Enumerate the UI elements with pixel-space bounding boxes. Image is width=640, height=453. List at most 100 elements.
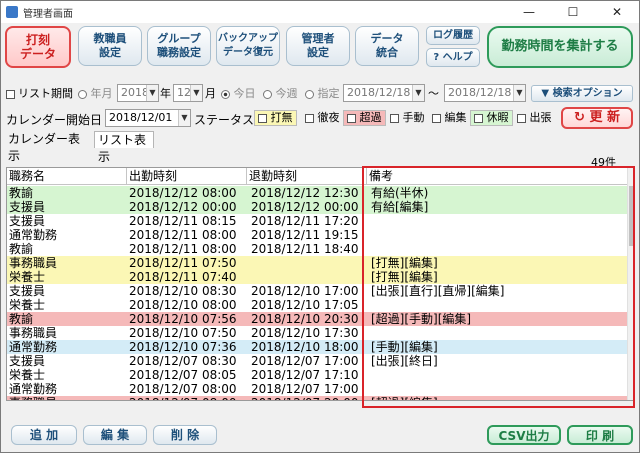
cell-job: 栄養士 (9, 368, 46, 382)
backup-restore-button[interactable]: バックアップ データ復元 (216, 26, 280, 66)
cell-job: 事務職員 (9, 396, 127, 400)
list-period-checkbox[interactable] (6, 87, 15, 101)
admin-window: 管理者画面 — ☐ ✕ 打刻 データ 教職員 設定 グループ 職務設定 バックア… (0, 0, 640, 453)
chevron-down-icon: ▼ (412, 85, 424, 101)
cell-clock-out: 2018/12/07 17:10 (251, 368, 359, 382)
data-merge-label-1: データ (370, 32, 404, 45)
cell-clock-in: 2018/12/11 07:50 (129, 256, 237, 270)
chevron-down-icon: ▼ (178, 110, 190, 126)
calendar-start-label: カレンダー開始日 (6, 113, 103, 127)
this-week-label: 今週 (275, 87, 298, 100)
status-business-trip[interactable]: 出張 (513, 110, 556, 126)
month-select[interactable]: 12 ▼ (173, 84, 203, 102)
cell-clock-out: 2018/12/10 17:05 (251, 298, 359, 312)
header-clock-in[interactable]: 出勤時刻 (127, 168, 247, 185)
cell-clock-in: 2018/12/07 08:05 (129, 368, 237, 382)
cell-clock-out: 2018/12/10 20:30 (251, 312, 359, 326)
admin-settings-label-1: 管理者 (301, 32, 335, 45)
cell-clock-in: 2018/12/11 08:00 (129, 228, 237, 242)
minimize-button[interactable]: — (507, 1, 551, 23)
aggregate-hours-button[interactable]: 勤務時間を集計する (487, 26, 633, 68)
status-manual-label: 手動 (402, 111, 425, 124)
search-options-button[interactable]: ▼ 検索オプション (531, 85, 633, 102)
cell-clock-out (251, 270, 367, 284)
list-period-label: リスト期間 (18, 87, 73, 100)
group-job-label-1: グループ (157, 32, 201, 45)
cell-clock-in: 2018/12/10 08:30 (129, 284, 237, 298)
staff-settings-button[interactable]: 教職員 設定 (78, 26, 142, 66)
help-button[interactable]: ? ヘルプ (426, 48, 480, 67)
cell-clock-in: 2018/12/10 07:50 (129, 326, 237, 340)
punch-data-label-2: データ (19, 47, 56, 61)
group-job-settings-button[interactable]: グループ 職務設定 (147, 26, 211, 66)
close-button[interactable]: ✕ (595, 1, 639, 23)
refresh-label: 更 新 (589, 110, 620, 125)
tab-calendar[interactable]: カレンダー表示 (5, 131, 94, 163)
status-leave[interactable]: 休暇 (470, 110, 513, 126)
refresh-button[interactable]: ↻ 更 新 (561, 107, 633, 129)
data-merge-button[interactable]: データ 統合 (355, 26, 419, 66)
chevron-down-icon: ▼ (513, 85, 525, 101)
year-value: 2018 (121, 86, 149, 99)
specify-radio[interactable]: 指定 (305, 85, 340, 101)
edit-button[interactable]: 編 集 (83, 425, 147, 445)
year-unit: 年 (160, 87, 171, 100)
date-to-select[interactable]: 2018/12/18 ▼ (444, 84, 526, 102)
csv-export-button[interactable]: CSV出力 (487, 425, 561, 445)
group-job-label-2: 職務設定 (157, 46, 201, 59)
maximize-button[interactable]: ☐ (551, 1, 595, 23)
cell-clock-in: 2018/12/11 08:00 (129, 242, 237, 256)
status-no-punch[interactable]: 打無 (254, 110, 297, 126)
tab-list[interactable]: リスト表示 (94, 131, 154, 164)
header-clock-out[interactable]: 退勤時刻 (247, 168, 367, 185)
cell-job: 通常勤務 (9, 228, 58, 242)
title-bar: 管理者画面 — ☐ ✕ (1, 1, 639, 23)
cell-job: 教諭 (9, 242, 34, 256)
date-to-value: 2018/12/18 (448, 86, 512, 99)
date-from-value: 2018/12/18 (347, 86, 411, 99)
staff-settings-label-2: 設定 (99, 46, 121, 59)
log-history-button[interactable]: ログ履歴 (426, 26, 480, 45)
start-date-select[interactable]: 2018/12/01 ▼ (105, 109, 191, 127)
add-button[interactable]: 追 加 (11, 425, 77, 445)
this-week-radio[interactable]: 今週 (263, 85, 298, 101)
print-button[interactable]: 印 刷 (567, 425, 633, 445)
punch-data-button[interactable]: 打刻 データ (5, 26, 71, 68)
cell-clock-out: 2018/12/07 17:00 (251, 354, 359, 368)
cell-clock-in: 2018/12/11 08:15 (129, 214, 237, 228)
cell-clock-out: 2018/12/07 20:00 (251, 396, 367, 400)
admin-settings-button[interactable]: 管理者 設定 (286, 26, 350, 66)
cell-job: 支援員 (9, 200, 46, 214)
cell-clock-out: 2018/12/07 17:00 (251, 382, 359, 396)
status-manual[interactable]: 手動 (386, 110, 429, 126)
cell-clock-out: 2018/12/12 00:00 (251, 200, 359, 214)
admin-settings-label-2: 設定 (307, 46, 329, 59)
cell-job: 栄養士 (9, 270, 46, 284)
cell-clock-out: 2018/12/12 12:30 (251, 186, 359, 200)
date-from-select[interactable]: 2018/12/18 ▼ (343, 84, 425, 102)
header-job[interactable]: 職務名 (7, 168, 127, 185)
status-business-trip-label: 出張 (529, 111, 552, 124)
cell-job: 事務職員 (9, 256, 58, 270)
backup-label-2: データ復元 (223, 47, 273, 58)
status-no-punch-label: 打無 (270, 111, 293, 124)
year-month-radio[interactable]: 年月 (78, 85, 113, 101)
status-leave-label: 休暇 (486, 111, 509, 124)
cell-clock-in: 2018/12/07 08:30 (129, 354, 237, 368)
year-select[interactable]: 2018 ▼ (117, 84, 159, 102)
staff-settings-label-1: 教職員 (93, 32, 127, 45)
status-overtime[interactable]: 超過 (343, 110, 386, 126)
cell-job: 栄養士 (9, 298, 46, 312)
chevron-down-icon: ▼ (190, 85, 202, 101)
status-all-night[interactable]: 徹夜 (301, 110, 344, 126)
cell-clock-in: 2018/12/07 08:00 (129, 382, 237, 396)
month-unit: 月 (205, 87, 216, 100)
today-radio[interactable]: 今日 (221, 85, 256, 101)
cell-clock-out: 2018/12/10 17:00 (251, 284, 359, 298)
cell-clock-out (251, 256, 367, 270)
delete-button[interactable]: 削 除 (153, 425, 217, 445)
status-edited[interactable]: 編集 (428, 110, 471, 126)
cell-job: 教諭 (9, 312, 34, 326)
status-overtime-label: 超過 (359, 111, 382, 124)
backup-label-1: バックアップ (218, 33, 278, 44)
